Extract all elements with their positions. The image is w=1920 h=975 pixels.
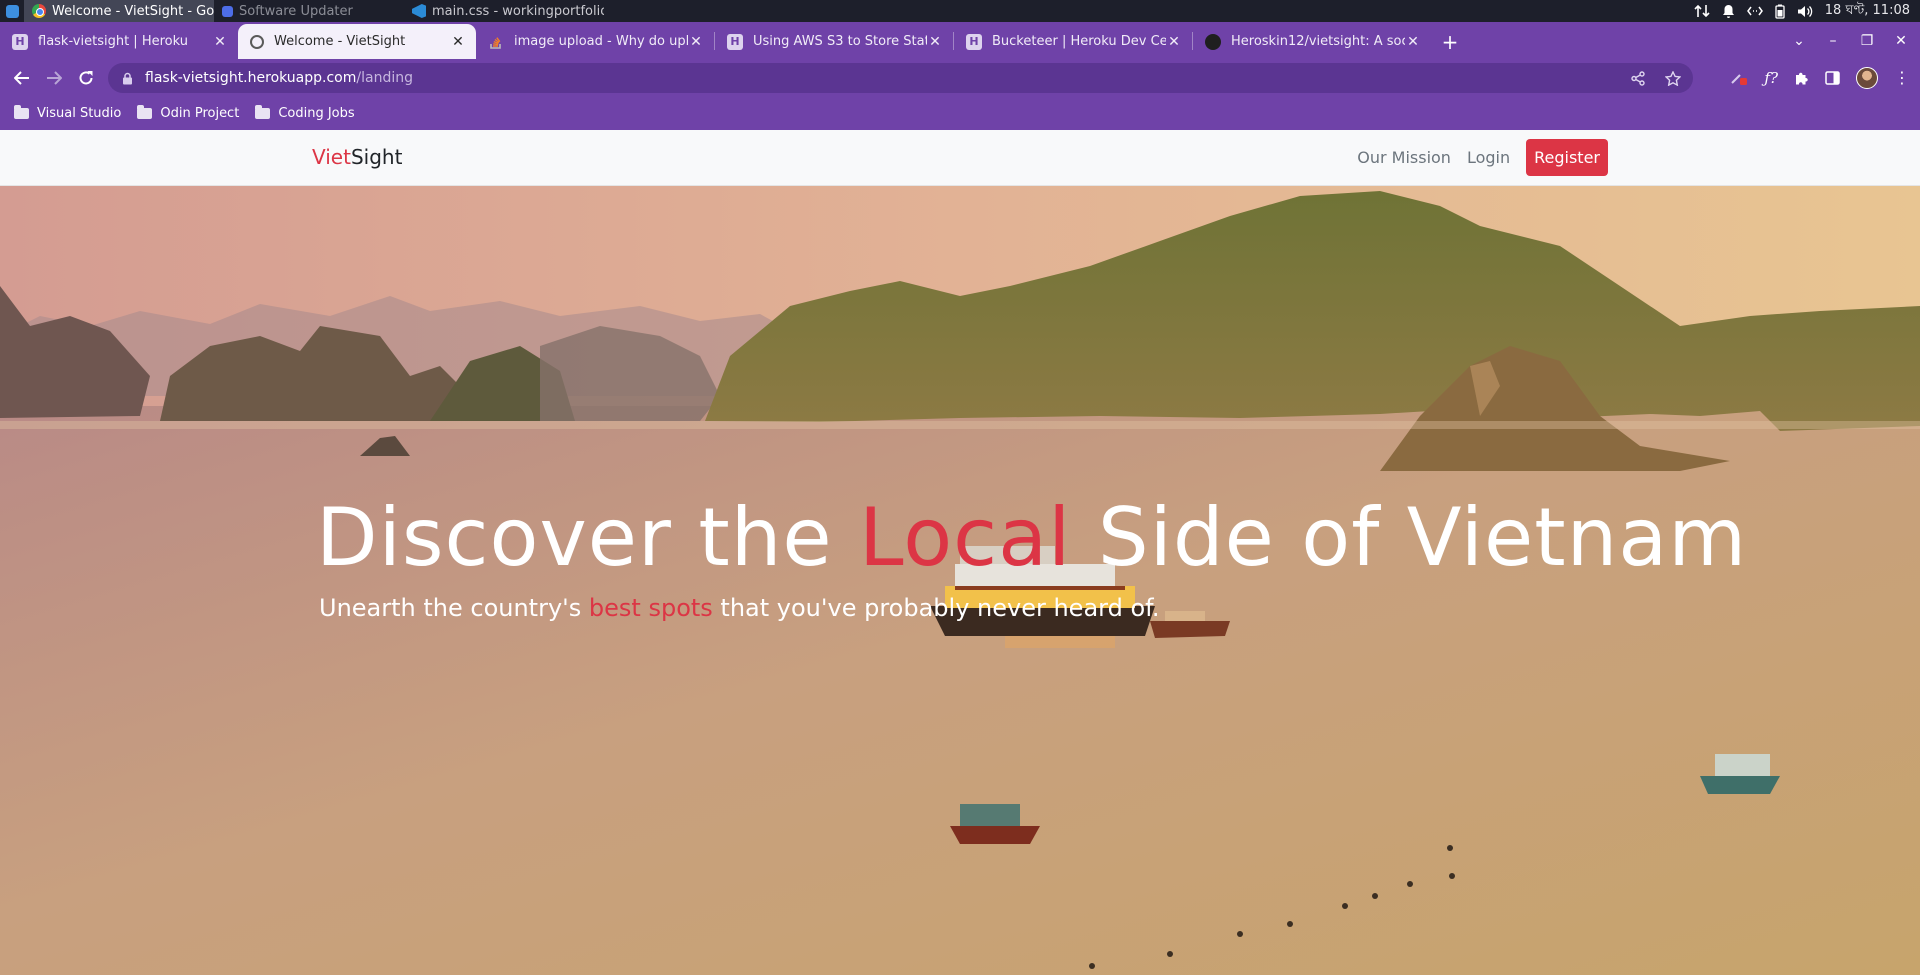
folder-icon <box>255 105 271 119</box>
reload-button[interactable] <box>70 62 102 94</box>
extensions-area: ƒ? ⋮ <box>1730 59 1910 97</box>
tab-title: Heroskin12/vietsight: A social m <box>1231 34 1405 49</box>
battery-icon[interactable] <box>1775 4 1785 19</box>
reload-icon <box>79 71 93 85</box>
hero-sub-highlight: best spots <box>588 594 713 622</box>
restore-icon[interactable]: ❐ <box>1860 33 1874 49</box>
new-tab-button[interactable]: + <box>1435 24 1465 59</box>
tab-title: Bucketeer | Heroku Dev Center <box>992 34 1166 49</box>
folder-icon <box>14 105 29 119</box>
task-label: main.css - workingportfolio -... <box>432 3 604 19</box>
chrome-icon <box>32 4 46 18</box>
task-vscode[interactable]: main.css - workingportfolio -... <box>404 0 604 22</box>
task-label: Welcome - VietSight - Googl... <box>52 3 214 19</box>
bell-icon[interactable] <box>1722 4 1735 18</box>
register-button[interactable]: Register <box>1526 139 1608 176</box>
hero-title-part2: Side of Vietnam <box>1071 491 1748 584</box>
task-chrome[interactable]: Welcome - VietSight - Googl... <box>24 0 214 22</box>
tab-flask-vietsight-heroku[interactable]: H flask-vietsight | Heroku ✕ <box>0 24 238 59</box>
bookmark-visual-studio[interactable]: Visual Studio <box>14 105 122 121</box>
chevron-down-icon[interactable]: ⌄ <box>1792 33 1806 49</box>
hero-title-part1: Discover the <box>316 491 860 584</box>
software-updater-icon <box>222 5 233 17</box>
tab-title: Using AWS S3 to Store Static As <box>753 34 927 49</box>
site-nav-links: Our Mission Login Register <box>1357 139 1608 176</box>
nav-our-mission-link[interactable]: Our Mission <box>1357 148 1451 167</box>
tab-title: flask-vietsight | Heroku <box>38 34 188 49</box>
site-brand-logo[interactable]: VietSight <box>312 145 402 169</box>
site-navbar: VietSight Our Mission Login Register <box>0 130 1920 186</box>
volume-icon[interactable] <box>1797 5 1813 18</box>
brand-viet: Viet <box>312 145 351 169</box>
heroku-icon: H <box>12 33 28 50</box>
side-panel-icon[interactable] <box>1825 71 1840 85</box>
network-arrows-icon[interactable] <box>1694 4 1710 18</box>
heroku-icon: H <box>727 33 743 50</box>
kebab-menu-icon[interactable]: ⋮ <box>1894 70 1910 86</box>
puzzle-icon[interactable] <box>1794 71 1809 86</box>
address-bar[interactable]: flask-vietsight.herokuapp.com/landing <box>108 63 1693 93</box>
close-icon[interactable]: ✕ <box>1405 34 1421 50</box>
formula-extension-icon[interactable]: ƒ? <box>1764 69 1778 87</box>
github-icon <box>1205 33 1221 50</box>
tab-image-upload[interactable]: image upload - Why do uploade ✕ <box>476 24 714 59</box>
vscode-icon <box>412 4 426 18</box>
close-icon[interactable]: ✕ <box>212 34 228 50</box>
bookmark-coding-jobs[interactable]: Coding Jobs <box>255 105 355 121</box>
arrow-right-icon <box>47 71 62 85</box>
bookmark-odin-project[interactable]: Odin Project <box>137 105 240 121</box>
close-icon[interactable]: ✕ <box>1166 34 1182 50</box>
tab-title: image upload - Why do uploade <box>514 34 688 49</box>
tab-title: Welcome - VietSight <box>274 34 406 49</box>
close-icon[interactable]: ✕ <box>450 34 466 50</box>
bookmark-label: Visual Studio <box>37 106 122 121</box>
bookmarks-bar: Visual Studio Odin Project Coding Jobs <box>0 97 1920 130</box>
extension-badge-icon[interactable] <box>1730 70 1748 86</box>
hero-sub-part1: Unearth the country's <box>319 594 589 622</box>
profile-avatar[interactable] <box>1856 67 1878 89</box>
web-page: VietSight Our Mission Login Register Dis… <box>0 130 1920 975</box>
os-menu-icon[interactable] <box>0 0 24 22</box>
window-controls: ⌄ – ❐ ✕ <box>1792 22 1920 59</box>
hero-section: Discover the Local Side of Vietnam Unear… <box>0 186 1920 975</box>
arrow-left-icon <box>14 71 29 85</box>
globe-icon <box>250 34 264 49</box>
close-icon[interactable]: ✕ <box>688 34 704 50</box>
brand-sight: Sight <box>350 145 403 169</box>
code-arrows-icon[interactable] <box>1746 5 1763 17</box>
browser-tab-strip: H flask-vietsight | Heroku ✕ Welcome - V… <box>0 22 1920 59</box>
system-tray: 18 ঘণ্ট, 11:08 <box>1694 0 1910 22</box>
os-taskbar: Welcome - VietSight - Googl... Software … <box>0 0 1920 22</box>
forward-button[interactable] <box>38 62 70 94</box>
stackoverflow-icon <box>488 34 504 50</box>
url-host: flask-vietsight.herokuapp.com <box>145 70 357 86</box>
bookmark-star-icon[interactable] <box>1665 70 1681 86</box>
close-icon[interactable]: ✕ <box>927 34 943 50</box>
browser-toolbar: flask-vietsight.herokuapp.com/landing ƒ?… <box>0 59 1920 97</box>
tab-bucketeer[interactable]: H Bucketeer | Heroku Dev Center ✕ <box>954 24 1192 59</box>
task-label: Software Updater <box>239 3 353 19</box>
hero-title: Discover the Local Side of Vietnam <box>316 491 1747 584</box>
minimize-icon[interactable]: – <box>1826 33 1840 49</box>
bookmark-label: Odin Project <box>160 106 240 121</box>
hero-title-highlight: Local <box>859 491 1072 584</box>
back-button[interactable] <box>6 62 38 94</box>
hero-subtitle: Unearth the country's best spots that yo… <box>319 594 1159 622</box>
folder-icon <box>137 105 153 119</box>
hero-sub-part2: that you've probably never heard of. <box>712 594 1160 622</box>
lock-icon[interactable] <box>122 72 133 85</box>
bookmark-label: Coding Jobs <box>278 106 355 121</box>
clock[interactable]: 18 ঘণ্ট, 11:08 <box>1825 1 1910 22</box>
url-path: /landing <box>356 70 413 86</box>
tab-welcome-vietsight[interactable]: Welcome - VietSight ✕ <box>238 24 476 59</box>
nav-login-link[interactable]: Login <box>1467 148 1510 167</box>
tab-github-vietsight[interactable]: Heroskin12/vietsight: A social m ✕ <box>1193 24 1431 59</box>
share-icon[interactable] <box>1631 70 1645 86</box>
close-window-icon[interactable]: ✕ <box>1894 33 1908 49</box>
heroku-icon: H <box>966 33 982 50</box>
tab-aws-s3[interactable]: H Using AWS S3 to Store Static As ✕ <box>715 24 953 59</box>
task-software-updater[interactable]: Software Updater <box>214 0 404 22</box>
